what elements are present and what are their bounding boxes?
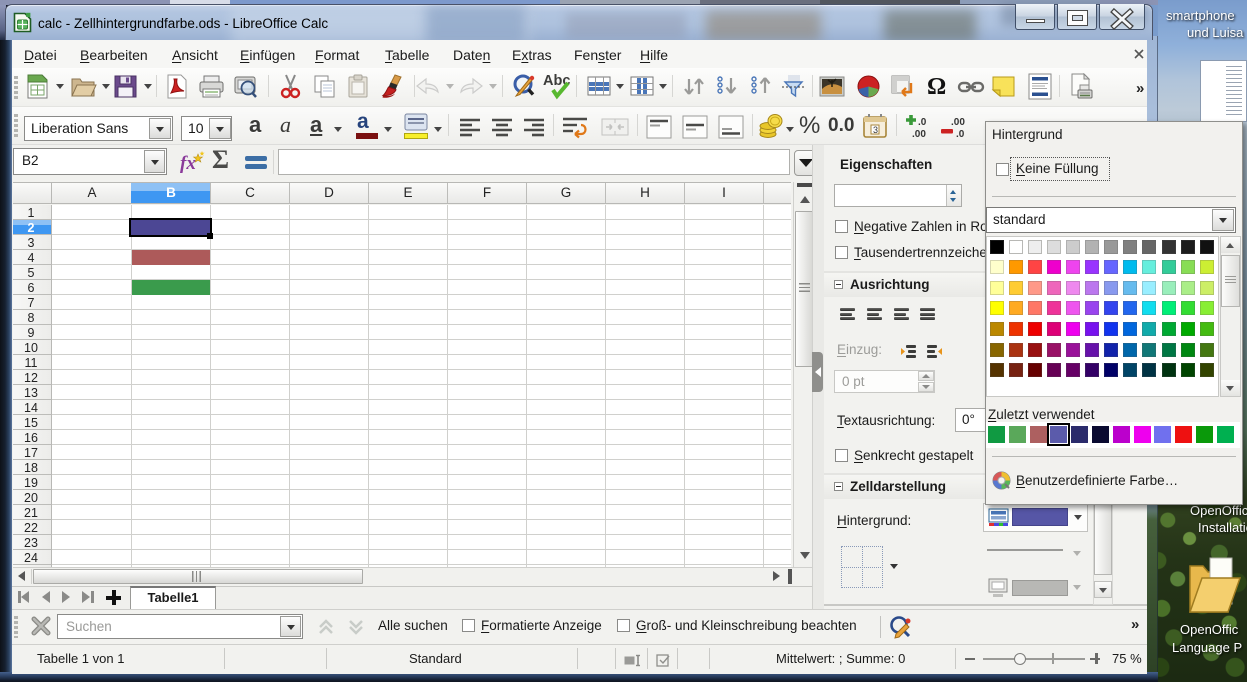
- svg-text:3: 3: [873, 125, 878, 135]
- svg-text:.00: .00: [951, 117, 965, 128]
- svg-text:.0: .0: [956, 129, 965, 139]
- svg-text:fx: fx: [180, 153, 196, 174]
- svg-text:Ω: Ω: [927, 74, 946, 100]
- svg-text:.0: .0: [918, 117, 927, 128]
- svg-text:.00: .00: [912, 129, 926, 139]
